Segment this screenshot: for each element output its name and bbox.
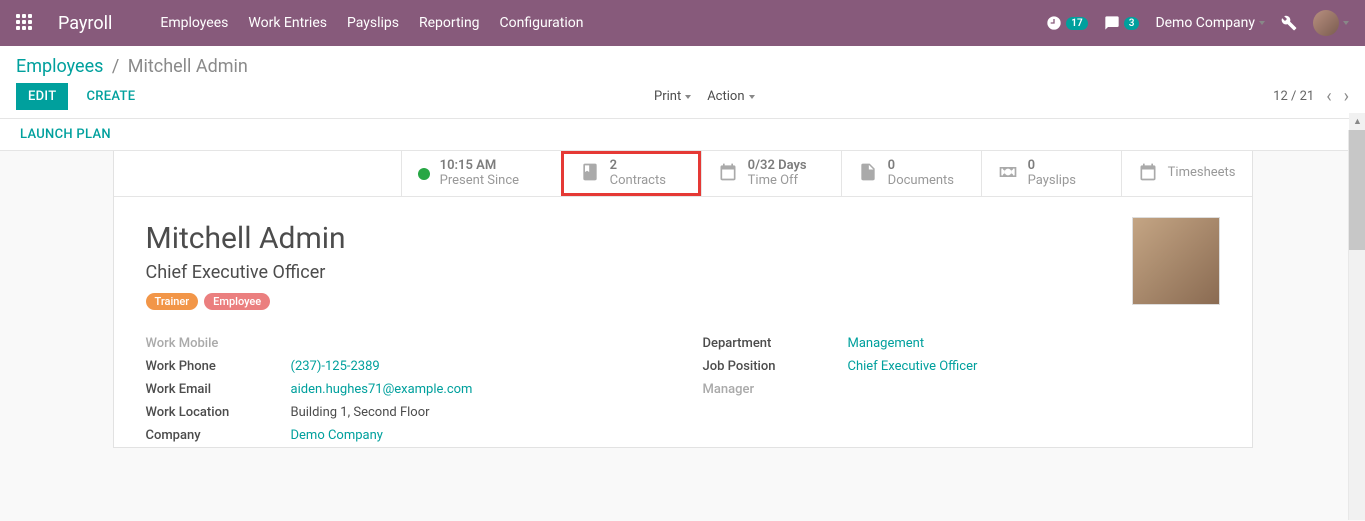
money-icon: [998, 162, 1018, 186]
contracts-label: Contracts: [610, 174, 666, 188]
app-title: Payroll: [58, 13, 112, 34]
stat-payslips[interactable]: 0 Payslips: [981, 151, 1121, 196]
menu-reporting[interactable]: Reporting: [419, 11, 480, 35]
company-label: Company: [146, 428, 291, 443]
employee-tags: Trainer Employee: [146, 293, 1220, 310]
vertical-scrollbar[interactable]: ▲: [1348, 130, 1365, 520]
presence-label: Present Since: [440, 174, 519, 188]
work-email-label: Work Email: [146, 382, 291, 397]
user-avatar: [1313, 10, 1339, 36]
activity-count: 17: [1066, 17, 1087, 30]
presence-dot-icon: [418, 168, 430, 180]
contact-info-column: Work Mobile Work Phone (237)-125-2389 Wo…: [146, 332, 663, 447]
timeoff-label: Time Off: [748, 174, 807, 188]
stat-contracts[interactable]: 2 Contracts: [561, 151, 701, 196]
stat-buttons: 10:15 AM Present Since 2 Contracts 0/32 …: [114, 151, 1252, 197]
menu-configuration[interactable]: Configuration: [500, 11, 584, 35]
print-dropdown[interactable]: Print: [654, 89, 691, 104]
debug-icon[interactable]: [1281, 15, 1297, 31]
action-dropdown[interactable]: Action: [707, 89, 754, 104]
employee-name: Mitchell Admin: [146, 221, 1220, 256]
timeoff-value: 0/32 Days: [748, 159, 807, 173]
presence-time: 10:15 AM: [440, 159, 519, 173]
user-menu[interactable]: [1313, 10, 1349, 36]
chat-icon: [1104, 15, 1120, 31]
work-email-value[interactable]: aiden.hughes71@example.com: [291, 382, 663, 397]
contracts-value: 2: [610, 159, 666, 173]
stat-timesheets[interactable]: Timesheets: [1121, 151, 1252, 196]
stat-presence[interactable]: 10:15 AM Present Since: [401, 151, 561, 196]
pager-prev[interactable]: ‹: [1326, 86, 1331, 107]
stat-documents[interactable]: 0 Documents: [841, 151, 981, 196]
launch-plan-button[interactable]: LAUNCH PLAN: [20, 127, 111, 142]
menu-employees[interactable]: Employees: [160, 11, 228, 35]
menu-work-entries[interactable]: Work Entries: [248, 11, 327, 35]
department-value[interactable]: Management: [848, 336, 1220, 351]
company-switcher[interactable]: Demo Company: [1155, 15, 1265, 31]
clock-icon: [1046, 15, 1062, 31]
employee-job-title: Chief Executive Officer: [146, 262, 1220, 283]
menu-payslips[interactable]: Payslips: [347, 11, 399, 35]
chevron-down-icon: [685, 95, 691, 99]
activity-indicator[interactable]: 17: [1046, 15, 1087, 31]
file-icon: [858, 162, 878, 186]
calendar-icon: [1138, 162, 1158, 186]
control-panel: Employees / Mitchell Admin EDIT CREATE P…: [0, 46, 1365, 119]
employee-photo[interactable]: [1132, 217, 1220, 305]
top-navbar: Payroll Employees Work Entries Payslips …: [0, 0, 1365, 46]
form-sheet: 10:15 AM Present Since 2 Contracts 0/32 …: [113, 151, 1253, 448]
scrollbar-up-arrow[interactable]: ▲: [1349, 113, 1365, 130]
manager-label: Manager: [703, 382, 848, 397]
work-phone-value[interactable]: (237)-125-2389: [291, 359, 663, 374]
breadcrumb-root[interactable]: Employees: [16, 56, 103, 77]
job-position-label: Job Position: [703, 359, 848, 374]
chevron-down-icon: [1343, 21, 1349, 25]
work-phone-label: Work Phone: [146, 359, 291, 374]
tag-employee[interactable]: Employee: [204, 293, 270, 310]
breadcrumb-sep: /: [108, 56, 123, 77]
work-location-value: Building 1, Second Floor: [291, 405, 663, 420]
stat-timeoff[interactable]: 0/32 Days Time Off: [701, 151, 841, 196]
manager-value: [848, 382, 1220, 397]
documents-label: Documents: [888, 174, 954, 188]
edit-button[interactable]: EDIT: [16, 83, 68, 110]
tag-trainer[interactable]: Trainer: [146, 293, 199, 310]
systray: 17 3 Demo Company: [1046, 10, 1349, 36]
company-value[interactable]: Demo Company: [291, 428, 663, 443]
work-mobile-label: Work Mobile: [146, 336, 291, 351]
statusbar: LAUNCH PLAN: [0, 119, 1365, 151]
payslips-value: 0: [1028, 159, 1076, 173]
messaging-indicator[interactable]: 3: [1104, 15, 1140, 31]
book-icon: [580, 162, 600, 186]
chevron-down-icon: [749, 95, 755, 99]
chevron-down-icon: [1259, 21, 1265, 25]
job-position-value[interactable]: Chief Executive Officer: [848, 359, 1220, 374]
documents-value: 0: [888, 159, 954, 173]
calendar-icon: [718, 162, 738, 186]
pager: 12 / 21 ‹ ›: [1273, 86, 1349, 107]
pager-value: 12 / 21: [1273, 89, 1314, 104]
payslips-label: Payslips: [1028, 174, 1076, 188]
company-name: Demo Company: [1155, 15, 1255, 31]
scrollbar-thumb[interactable]: [1349, 130, 1365, 250]
timesheets-label: Timesheets: [1168, 166, 1236, 180]
work-location-label: Work Location: [146, 405, 291, 420]
work-mobile-value: [291, 336, 663, 351]
create-button[interactable]: CREATE: [86, 89, 135, 104]
position-info-column: Department Management Job Position Chief…: [703, 332, 1220, 447]
message-count: 3: [1124, 17, 1140, 30]
main-menu: Employees Work Entries Payslips Reportin…: [160, 11, 583, 35]
breadcrumb: Employees / Mitchell Admin: [0, 46, 1365, 83]
breadcrumb-current: Mitchell Admin: [128, 56, 248, 77]
department-label: Department: [703, 336, 848, 351]
pager-next[interactable]: ›: [1344, 86, 1349, 107]
apps-icon[interactable]: [16, 14, 34, 32]
